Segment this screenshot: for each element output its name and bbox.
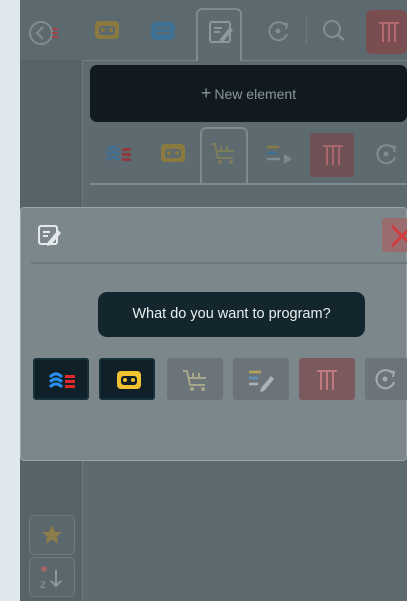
category-cart[interactable]: [200, 127, 248, 183]
program-modal: What do you want to program?: [20, 207, 407, 461]
category-signals[interactable]: [96, 133, 140, 177]
svg-text:z: z: [40, 577, 46, 591]
tab-list[interactable]: [140, 10, 186, 54]
signals-icon: [48, 372, 75, 389]
new-element-button[interactable]: + New element: [90, 65, 407, 122]
star-icon: [42, 525, 62, 544]
tab-edit[interactable]: [196, 8, 242, 61]
gate-icon: [323, 145, 343, 165]
gate-icon: [317, 370, 337, 390]
gate-icon: [379, 22, 399, 42]
favorites-button[interactable]: [29, 515, 75, 555]
prompt-question: What do you want to program?: [98, 292, 365, 337]
modal-divider: [31, 262, 407, 264]
edit-icon: [209, 21, 233, 43]
refresh-icon: [375, 369, 396, 390]
choice-sequence[interactable]: [233, 358, 289, 400]
category-sequence[interactable]: [256, 133, 300, 177]
close-button[interactable]: [382, 218, 407, 252]
sequence-edit-icon: [249, 370, 274, 392]
signals-icon: [106, 145, 131, 161]
close-icon: [390, 224, 407, 248]
robot-head-icon: [161, 144, 185, 162]
tab-gate[interactable]: [366, 10, 407, 54]
robot-head-icon: [117, 371, 141, 389]
choice-robot[interactable]: [99, 358, 155, 400]
program-choices: [33, 358, 407, 402]
back-arrow-icon[interactable]: [28, 18, 58, 48]
sort-button[interactable]: z: [29, 557, 75, 597]
choice-signals[interactable]: [33, 358, 89, 400]
list-icon: [151, 22, 175, 40]
refresh-icon: [268, 21, 289, 42]
sort-az-icon: z: [40, 566, 62, 591]
tab-refresh[interactable]: [256, 10, 302, 54]
sequence-icon: [267, 145, 292, 164]
search-icon: [323, 20, 345, 41]
tab-robot[interactable]: [84, 10, 130, 54]
edit-icon: [38, 225, 61, 246]
programming-app: z + New element What do you want to prog…: [20, 0, 407, 601]
robot-head-icon: [95, 21, 119, 39]
choice-gate[interactable]: [299, 358, 355, 400]
choice-cart[interactable]: [167, 358, 223, 400]
top-toolbar: [20, 0, 407, 61]
category-refresh[interactable]: [364, 133, 407, 177]
cart-icon: [211, 143, 234, 164]
tab-search[interactable]: [312, 10, 358, 54]
refresh-icon: [376, 144, 397, 165]
choice-refresh[interactable]: [365, 358, 407, 400]
category-robot[interactable]: [150, 133, 194, 177]
modal-header: [21, 208, 407, 262]
cart-icon: [183, 370, 206, 391]
category-gate[interactable]: [310, 133, 354, 177]
plus-icon: +: [200, 83, 212, 103]
new-element-label: New element: [214, 86, 297, 102]
